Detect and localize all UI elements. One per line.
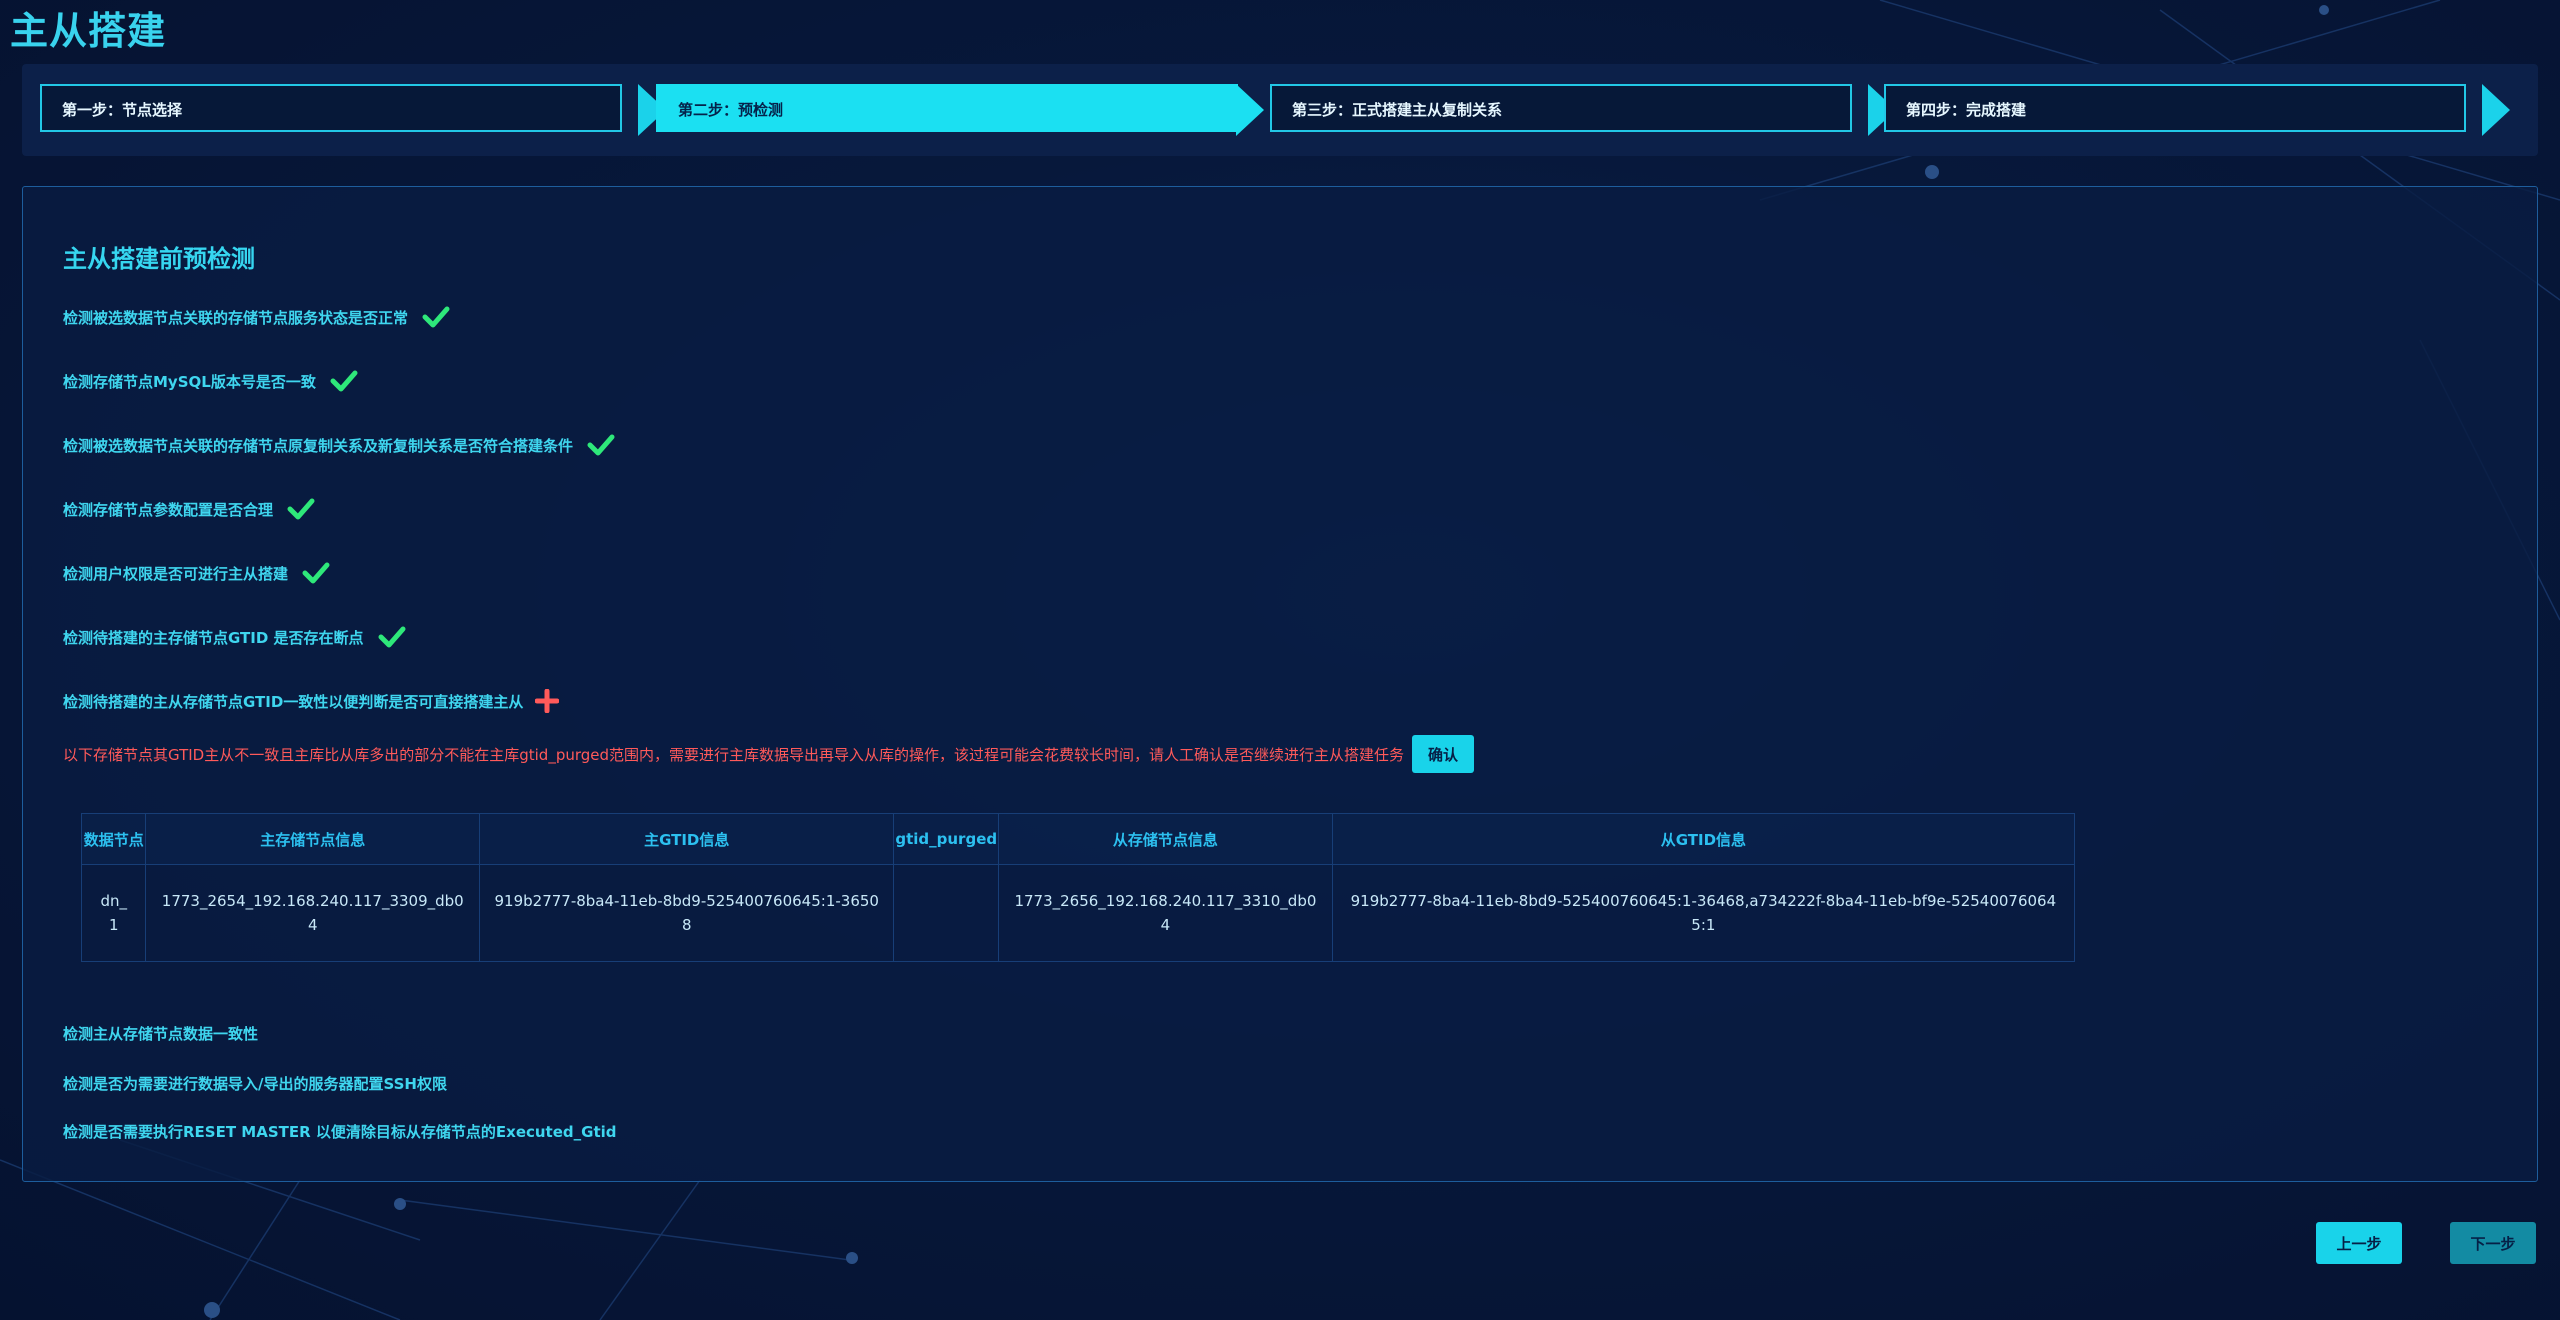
check-label: 检测被选数据节点关联的存储节点原复制关系及新复制关系是否符合搭建条件 xyxy=(63,436,574,455)
check-ok-icon xyxy=(422,306,450,328)
confirm-button[interactable]: 确认 xyxy=(1412,735,1475,773)
table-cell: 1773_2656_192.168.240.117_3310_db04 xyxy=(998,864,1333,962)
step-3-label: 第三步：正式搭建主从复制关系 xyxy=(1270,84,1852,132)
precheck-title: 主从搭建前预检测 xyxy=(63,245,255,273)
step-2-label: 第二步：预检测 xyxy=(656,84,1238,132)
pending-check-item: 检测是否需要执行RESET MASTER 以便清除目标从存储节点的Execute… xyxy=(63,1123,617,1141)
gtid-warning-row: 以下存储节点其GTID主从不一致且主库比从库多出的部分不能在主库gtid_pur… xyxy=(63,735,1475,773)
precheck-panel: 主从搭建前预检测 检测被选数据节点关联的存储节点服务状态是否正常 检测存储节点M… xyxy=(22,186,2538,1182)
column-header: 主存储节点信息 xyxy=(145,813,481,865)
prev-step-button[interactable]: 上一步 xyxy=(2316,1222,2402,1264)
page-title: 主从搭建 xyxy=(10,9,167,53)
step-4-label: 第四步：完成搭建 xyxy=(1884,84,2466,132)
check-label: 检测用户权限是否可进行主从搭建 xyxy=(63,564,289,583)
check-ok-icon xyxy=(378,626,406,648)
check-ok-icon xyxy=(287,498,315,520)
column-header: 从GTID信息 xyxy=(1331,813,2076,865)
check-item: 检测待搭建的主存储节点GTID 是否存在断点 xyxy=(63,625,406,649)
table-row: dn_1 1773_2654_192.168.240.117_3309_db04… xyxy=(80,864,2076,962)
gtid-warning-text: 以下存储节点其GTID主从不一致且主库比从库多出的部分不能在主库gtid_pur… xyxy=(63,745,1405,764)
check-item: 检测用户权限是否可进行主从搭建 xyxy=(63,561,330,585)
check-item: 检测存储节点MySQL版本号是否一致 xyxy=(63,369,358,393)
table-cell: 919b2777-8ba4-11eb-8bd9-525400760645:1-3… xyxy=(479,864,895,962)
check-label: 检测待搭建的主从存储节点GTID一致性以便判断是否可直接搭建主从 xyxy=(63,692,524,711)
check-label: 检测存储节点参数配置是否合理 xyxy=(63,500,274,519)
check-label: 检测被选数据节点关联的存储节点服务状态是否正常 xyxy=(63,308,409,327)
steps-bar: 第一步：节点选择 第二步：预检测 第三步：正式搭建主从复制关系 第四步：完成搭建 xyxy=(22,64,2538,156)
next-step-button[interactable]: 下一步 xyxy=(2450,1222,2536,1264)
pending-check-item: 检测是否为需要进行数据导入/导出的服务器配置SSH权限 xyxy=(63,1075,447,1093)
check-label: 检测待搭建的主存储节点GTID 是否存在断点 xyxy=(63,628,364,647)
check-item: 检测待搭建的主从存储节点GTID一致性以便判断是否可直接搭建主从 xyxy=(63,689,560,713)
check-item: 检测被选数据节点关联的存储节点原复制关系及新复制关系是否符合搭建条件 xyxy=(63,433,615,457)
column-header: 主GTID信息 xyxy=(479,813,895,865)
column-header: 从存储节点信息 xyxy=(998,813,1333,865)
step-2-arrow-icon xyxy=(1236,84,1264,136)
step-1-label: 第一步：节点选择 xyxy=(40,84,622,132)
table-cell xyxy=(893,864,1000,962)
column-header: gtid_purged xyxy=(893,813,1000,865)
check-item: 检测被选数据节点关联的存储节点服务状态是否正常 xyxy=(63,305,450,329)
check-ok-icon xyxy=(302,562,330,584)
gtid-table: 数据节点 主存储节点信息 主GTID信息 gtid_purged 从存储节点信息… xyxy=(80,813,2076,962)
check-ok-icon xyxy=(587,434,615,456)
pending-check-item: 检测主从存储节点数据一致性 xyxy=(63,1025,259,1043)
column-header: 数据节点 xyxy=(80,813,147,865)
step-4-arrow-icon xyxy=(2482,84,2510,136)
table-cell: dn_1 xyxy=(80,864,147,962)
table-cell: 919b2777-8ba4-11eb-8bd9-525400760645:1-3… xyxy=(1331,864,2076,962)
table-cell: 1773_2654_192.168.240.117_3309_db04 xyxy=(145,864,481,962)
table-header-row: 数据节点 主存储节点信息 主GTID信息 gtid_purged 从存储节点信息… xyxy=(80,813,2076,865)
check-label: 检测存储节点MySQL版本号是否一致 xyxy=(63,372,316,391)
check-item: 检测存储节点参数配置是否合理 xyxy=(63,497,315,521)
check-ok-icon xyxy=(330,370,358,392)
check-error-cross-icon xyxy=(535,689,560,713)
